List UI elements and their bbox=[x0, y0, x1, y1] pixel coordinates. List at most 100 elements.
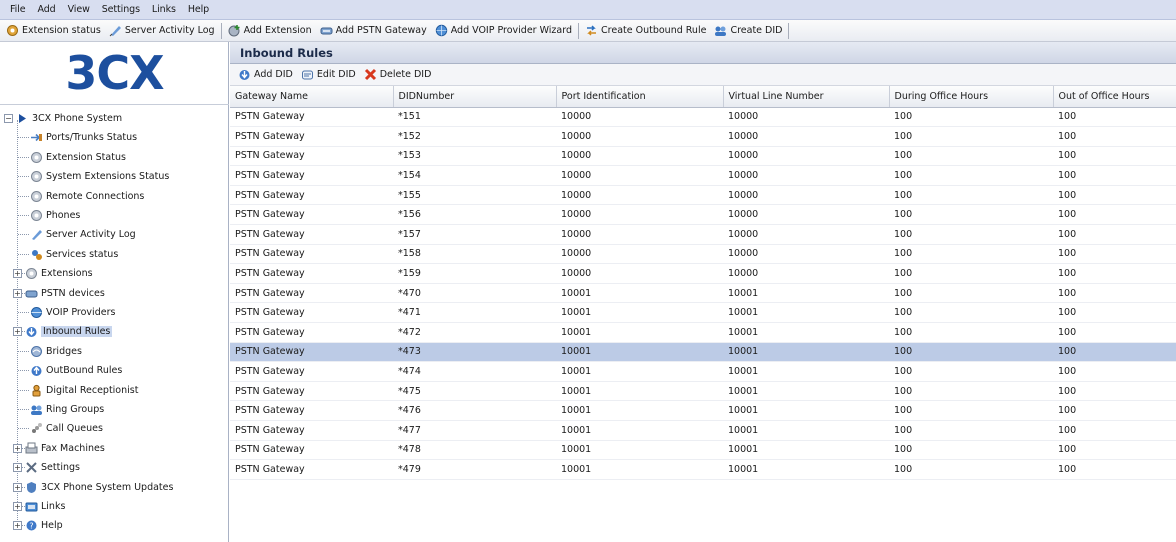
tree-item-extension-status[interactable]: Extension Status bbox=[30, 148, 126, 167]
column-header-out-of-office-hours[interactable]: Out of Office Hours bbox=[1053, 86, 1176, 108]
port-identification-cell: 10000 bbox=[556, 263, 723, 284]
tree-item-fax-machines[interactable]: + Fax Machines bbox=[13, 439, 105, 458]
tree-item-voip-providers[interactable]: VOIP Providers bbox=[30, 303, 115, 322]
tree-item-ring-groups[interactable]: Ring Groups bbox=[30, 400, 104, 419]
column-header-during-office-hours[interactable]: During Office Hours bbox=[889, 86, 1054, 108]
add-pstn-gateway-label: Add PSTN Gateway bbox=[335, 25, 427, 36]
menu-help[interactable]: Help bbox=[182, 4, 215, 15]
tree-item-bridges[interactable]: Bridges bbox=[30, 342, 82, 361]
add-extension-button[interactable]: Add Extension bbox=[224, 21, 316, 41]
edit-did-button[interactable]: Edit DID bbox=[297, 68, 360, 81]
column-header-did-number[interactable]: DIDNumber bbox=[393, 86, 557, 108]
tree-item-system-extensions-status[interactable]: System Extensions Status bbox=[30, 167, 169, 186]
tree-expander[interactable]: − bbox=[4, 114, 13, 123]
tree-item-call-queues[interactable]: Call Queues bbox=[30, 419, 103, 438]
tree-item-services-status[interactable]: Services status bbox=[30, 245, 118, 264]
out-of-office-hours-cell: 100 bbox=[1053, 204, 1176, 226]
tree-item-pstn-devices[interactable]: + PSTN devices bbox=[13, 284, 105, 303]
table-row[interactable]: PSTN Gateway *470 10001 10001 100 100 bbox=[230, 283, 1176, 304]
add-did-label: Add DID bbox=[254, 69, 293, 80]
did-number-cell: *153 bbox=[393, 146, 556, 167]
tree-item-inbound-rules[interactable]: + Inbound Rules bbox=[13, 322, 113, 341]
did-number-cell: *471 bbox=[393, 302, 556, 324]
tree-item-extensions[interactable]: + Extensions bbox=[13, 264, 93, 283]
tree-item-ports-trunks-status[interactable]: Ports/Trunks Status bbox=[30, 128, 137, 147]
table-row[interactable]: PSTN Gateway *151 10000 10000 100 100 bbox=[230, 107, 1176, 128]
tree-expander[interactable]: + bbox=[13, 269, 22, 279]
tree-item-phones[interactable]: Phones bbox=[30, 206, 80, 225]
tree-expander[interactable]: + bbox=[13, 502, 22, 511]
table-row[interactable]: PSTN Gateway *152 10000 10000 100 100 bbox=[230, 126, 1176, 147]
tree-expander[interactable]: + bbox=[13, 443, 22, 453]
tree-item-server-activity-log[interactable]: Server Activity Log bbox=[30, 225, 136, 244]
did-number-cell: *159 bbox=[393, 263, 556, 284]
tree-item-help[interactable]: +? Help bbox=[13, 516, 63, 535]
table-row[interactable]: PSTN Gateway *155 10000 10000 100 100 bbox=[230, 185, 1176, 206]
tree-item-3cx-phone-system-updates[interactable]: +3CX Phone System Updates bbox=[13, 478, 173, 497]
port-identification-cell: 10001 bbox=[556, 400, 723, 421]
tree-item-remote-connections[interactable]: Remote Connections bbox=[30, 187, 144, 206]
table-row[interactable]: PSTN Gateway *472 10001 10001 100 100 bbox=[230, 322, 1176, 343]
out-of-office-hours-cell: 100 bbox=[1053, 263, 1176, 284]
panel-header: Inbound Rules bbox=[230, 42, 1176, 64]
table-row[interactable]: PSTN Gateway *477 10001 10001 100 100 bbox=[230, 420, 1176, 441]
tree-item-digital-receptionist[interactable]: Digital Receptionist bbox=[30, 381, 138, 400]
table-row[interactable]: PSTN Gateway *478 10001 10001 100 100 bbox=[230, 440, 1176, 461]
tree-expander[interactable]: + bbox=[13, 327, 22, 337]
menu-settings[interactable]: Settings bbox=[96, 4, 146, 15]
tree-item-3cx-phone-system[interactable]: − 3CX Phone System bbox=[4, 109, 122, 128]
menu-links[interactable]: Links bbox=[146, 4, 182, 15]
gateway-name-cell: PSTN Gateway bbox=[230, 107, 393, 128]
during-office-hours-cell: 100 bbox=[889, 322, 1053, 343]
add-voip-provider-wizard-button[interactable]: Add VOIP Provider Wizard bbox=[431, 21, 576, 41]
add-pstn-gateway-button[interactable]: Add PSTN Gateway bbox=[316, 21, 431, 41]
did-number-cell: *151 bbox=[393, 107, 556, 128]
did-number-cell: *155 bbox=[393, 185, 556, 206]
out-of-office-hours-cell: 100 bbox=[1053, 185, 1176, 206]
table-row[interactable]: PSTN Gateway *473 10001 10001 100 100 bbox=[230, 342, 1176, 363]
port-identification-cell: 10001 bbox=[556, 420, 723, 441]
table-row[interactable]: PSTN Gateway *158 10000 10000 100 100 bbox=[230, 244, 1176, 265]
menu-file[interactable]: File bbox=[4, 4, 32, 15]
table-row[interactable]: PSTN Gateway *475 10001 10001 100 100 bbox=[230, 381, 1176, 402]
menu-add[interactable]: Add bbox=[32, 4, 62, 15]
virtual-line-number-cell: 10000 bbox=[723, 126, 889, 147]
remote-icon bbox=[30, 190, 43, 203]
table-row[interactable]: PSTN Gateway *157 10000 10000 100 100 bbox=[230, 224, 1176, 245]
create-outbound-rule-button[interactable]: Create Outbound Rule bbox=[581, 21, 710, 41]
tree-item-label: Remote Connections bbox=[46, 190, 145, 202]
gateway-name-cell: PSTN Gateway bbox=[230, 381, 393, 402]
tree-item-links[interactable]: + Links bbox=[13, 497, 65, 516]
tree-item-label: VOIP Providers bbox=[46, 307, 116, 318]
extension-status-button[interactable]: Extension status bbox=[2, 21, 105, 41]
port-identification-cell: 10000 bbox=[556, 185, 723, 206]
tree-item-outbound-rules[interactable]: OutBound Rules bbox=[30, 361, 122, 380]
tree-expander[interactable]: + bbox=[13, 521, 22, 531]
extension-status-icon bbox=[6, 24, 19, 37]
table-row[interactable]: PSTN Gateway *474 10001 10001 100 100 bbox=[230, 361, 1176, 382]
tree-expander[interactable]: + bbox=[13, 482, 22, 492]
column-header-virtual-line-number[interactable]: Virtual Line Number bbox=[723, 86, 890, 108]
call-queue-icon bbox=[30, 422, 43, 435]
tree-expander[interactable]: + bbox=[13, 463, 22, 473]
menu-view[interactable]: View bbox=[62, 4, 96, 15]
column-header-gateway-name[interactable]: Gateway Name bbox=[230, 86, 394, 108]
column-header-port-identification[interactable]: Port Identification bbox=[556, 86, 724, 108]
server-activity-log-button[interactable]: Server Activity Log bbox=[105, 21, 219, 41]
table-row[interactable]: PSTN Gateway *154 10000 10000 100 100 bbox=[230, 165, 1176, 186]
table-row[interactable]: PSTN Gateway *479 10001 10001 100 100 bbox=[230, 459, 1176, 480]
tree-expander[interactable]: + bbox=[13, 288, 22, 298]
settings-icon bbox=[25, 461, 38, 474]
table-row[interactable]: PSTN Gateway *156 10000 10000 100 100 bbox=[230, 204, 1176, 226]
table-row[interactable]: PSTN Gateway *159 10000 10000 100 100 bbox=[230, 263, 1176, 284]
during-office-hours-cell: 100 bbox=[889, 361, 1053, 382]
add-did-button[interactable]: Add DID bbox=[234, 68, 297, 81]
tree-item-settings[interactable]: + Settings bbox=[13, 458, 80, 477]
tree-branch-line bbox=[18, 234, 29, 236]
delete-did-button[interactable]: Delete DID bbox=[360, 68, 436, 81]
table-row[interactable]: PSTN Gateway *471 10001 10001 100 100 bbox=[230, 302, 1176, 324]
table-row[interactable]: PSTN Gateway *153 10000 10000 100 100 bbox=[230, 146, 1176, 167]
virtual-line-number-cell: 10001 bbox=[723, 440, 889, 461]
table-row[interactable]: PSTN Gateway *476 10001 10001 100 100 bbox=[230, 400, 1176, 421]
create-did-button[interactable]: Create DID bbox=[710, 21, 786, 41]
